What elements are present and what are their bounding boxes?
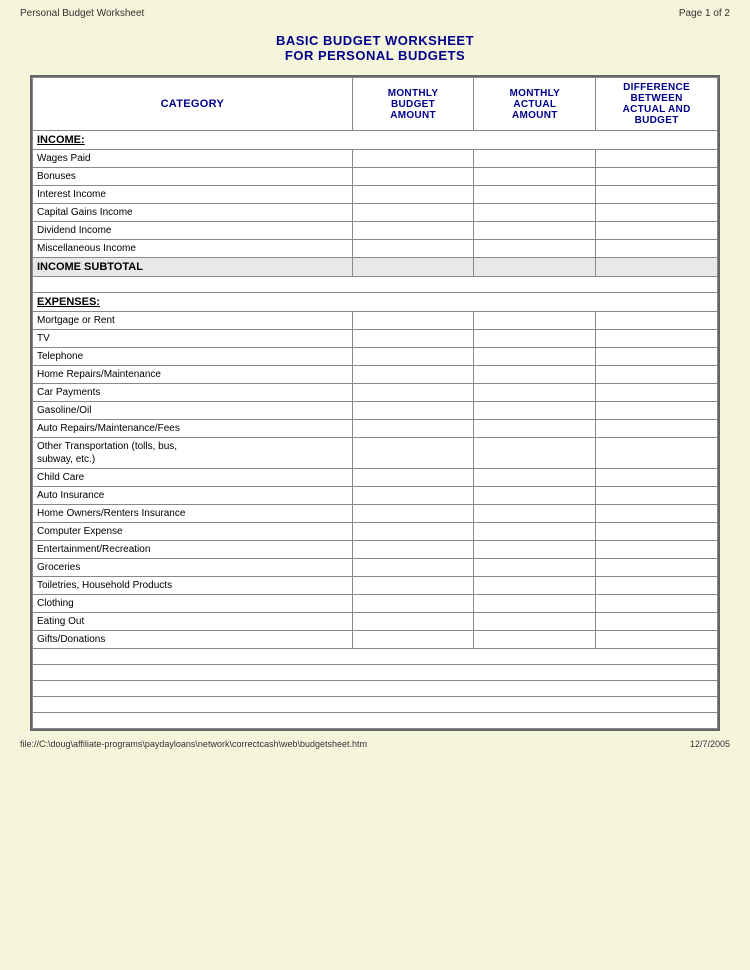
table-row: Gifts/Donations [33, 631, 718, 649]
worksheet-table: CATEGORY MONTHLYBUDGETAMOUNT MONTHLYACTU… [30, 75, 720, 731]
table-row: Groceries [33, 559, 718, 577]
table-row: Wages Paid [33, 150, 718, 168]
table-row: Dividend Income [33, 222, 718, 240]
table-row: Toiletries, Household Products [33, 577, 718, 595]
blank-row [33, 665, 718, 681]
worksheet-title: BASIC BUDGET WORKSHEETFOR PERSONAL BUDGE… [0, 23, 750, 75]
section-header: INCOME: [33, 131, 718, 150]
col-header-diff: DIFFERENCEBETWEENACTUAL ANDBUDGET [596, 78, 718, 131]
table-row: Capital Gains Income [33, 204, 718, 222]
table-row: Computer Expense [33, 523, 718, 541]
page-number: Page 1 of 2 [679, 8, 730, 19]
table-row: Child Care [33, 469, 718, 487]
doc-title: Personal Budget Worksheet [20, 8, 144, 19]
table-row: Home Repairs/Maintenance [33, 366, 718, 384]
col-header-budget: MONTHLYBUDGETAMOUNT [352, 78, 474, 131]
blank-row [33, 681, 718, 697]
col-header-category: CATEGORY [33, 78, 353, 131]
table-row: Auto Insurance [33, 487, 718, 505]
table-row: Interest Income [33, 186, 718, 204]
footer-path: file://C:\doug\affiliate-programs\payday… [20, 739, 367, 749]
table-row: Bonuses [33, 168, 718, 186]
table-row: Entertainment/Recreation [33, 541, 718, 559]
table-row: Eating Out [33, 613, 718, 631]
blank-row [33, 697, 718, 713]
col-header-actual: MONTHLYACTUALAMOUNT [474, 78, 596, 131]
table-row: Miscellaneous Income [33, 240, 718, 258]
table-row: Gasoline/Oil [33, 402, 718, 420]
table-row: Clothing [33, 595, 718, 613]
blank-row [33, 277, 718, 293]
subtotal-row: INCOME SUBTOTAL [33, 258, 718, 277]
blank-row [33, 713, 718, 729]
table-row: Car Payments [33, 384, 718, 402]
table-row: Mortgage or Rent [33, 312, 718, 330]
table-row: TV [33, 330, 718, 348]
footer-date: 12/7/2005 [690, 739, 730, 749]
section-header: EXPENSES: [33, 293, 718, 312]
table-row: Home Owners/Renters Insurance [33, 505, 718, 523]
table-row: Other Transportation (tolls, bus, subway… [33, 438, 718, 469]
table-row: Telephone [33, 348, 718, 366]
blank-row [33, 649, 718, 665]
table-row: Auto Repairs/Maintenance/Fees [33, 420, 718, 438]
